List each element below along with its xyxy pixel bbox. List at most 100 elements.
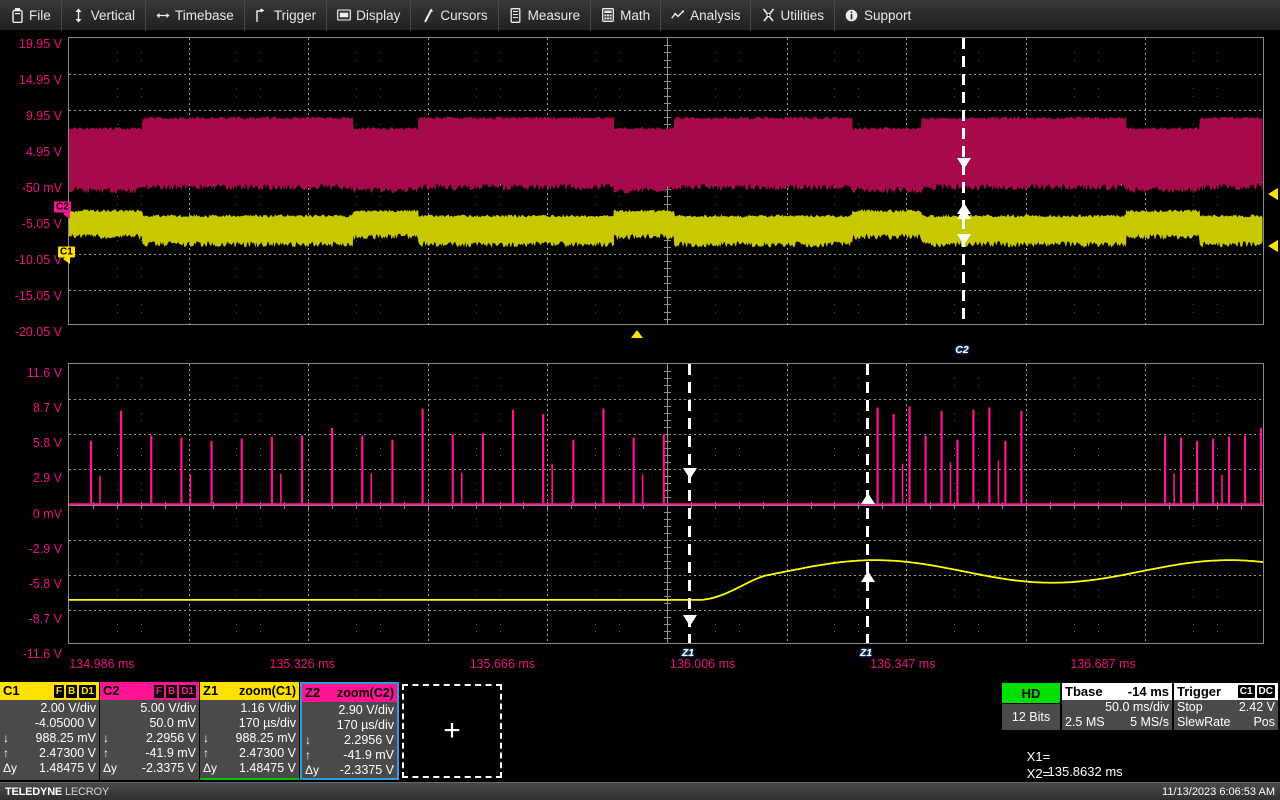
descriptor-row-value: -4.05000 V <box>34 716 96 730</box>
menu-label-trigger: Trigger <box>273 7 317 23</box>
descriptor-box-z1[interactable]: Z1 zoom(C1) 1.16 V/div 170 µs/div ↓ 988.25 mV… <box>200 682 299 780</box>
timebase-sample-rate: 5 MS/s <box>1130 715 1169 729</box>
descriptor-header-right-c1: F B D1 <box>53 684 96 698</box>
cursor-icon <box>421 8 435 23</box>
lower-y-tick-6: -5.8 V <box>28 576 62 591</box>
menu-item-utilities[interactable]: Utilities <box>751 0 835 31</box>
descriptor-chip-f[interactable]: F <box>53 684 64 698</box>
upper-y-tick-0: 19.95 V <box>18 37 62 51</box>
trigger-status-box[interactable]: Trigger C1 DC Stop 2.42 V SlewRate Pos <box>1174 683 1278 730</box>
upper-ref-arrow-c1 <box>63 254 70 264</box>
c2-level-marker-right[interactable] <box>1268 188 1278 200</box>
descriptor-row-key: ↑ <box>203 746 209 760</box>
descriptor-box-c2[interactable]: C2 F B D1 5.00 V/div 50.0 mV ↓ 2.2956 V ↑ -41.9 m… <box>100 682 199 780</box>
trigger-level: 2.42 V <box>1238 700 1275 714</box>
trigger-title: Trigger <box>1177 684 1222 699</box>
menu-item-vertical[interactable]: Vertical <box>62 0 147 31</box>
descriptor-row: Δy -2.3375 V <box>103 761 196 776</box>
descriptor-box-z2[interactable]: Z2 zoom(C2) 2.90 V/div 170 µs/div ↓ 2.2956 V ↑… <box>300 682 399 780</box>
descriptor-header-right-z2: zoom(C2) <box>337 686 394 700</box>
menu-item-trigger[interactable]: Trigger <box>245 0 328 31</box>
descriptor-chip-b[interactable]: B <box>165 684 178 698</box>
add-trace-panel[interactable]: + <box>402 684 502 778</box>
upper-waveform-traces <box>69 115 1263 249</box>
timebase-title-row: Tbase -14 ms <box>1062 683 1172 700</box>
menu-label-vertical: Vertical <box>90 7 136 23</box>
trigger-position-marker[interactable] <box>631 330 643 338</box>
menu-label-measure: Measure <box>527 7 581 23</box>
descriptor-header-z1: Z1 zoom(C1) <box>200 682 299 700</box>
trigger-title-row: Trigger C1 DC <box>1174 683 1278 700</box>
lower-y-tick-2: 5.8 V <box>32 436 62 451</box>
descriptor-rows-c2: 5.00 V/div 50.0 mV ↓ 2.2956 V ↑ -41.9 mV Δy -2.… <box>100 700 199 776</box>
menu-label-display: Display <box>356 7 401 23</box>
descriptor-row-value: 988.25 mV <box>35 731 96 745</box>
timebase-status-box[interactable]: Tbase -14 ms 50.0 ms/div 2.5 MS 5 MS/s <box>1062 683 1172 730</box>
descriptor-row-key: ↓ <box>203 731 209 745</box>
menu-item-file[interactable]: File <box>0 0 62 31</box>
descriptor-row-value: 1.48475 V <box>239 761 296 775</box>
descriptor-row-value: 170 µs/div <box>238 716 296 730</box>
descriptor-row-key: Δy <box>305 763 320 777</box>
descriptor-chip-f[interactable]: F <box>153 684 164 698</box>
upper-trace-c1 <box>69 209 1263 249</box>
descriptor-chip-b[interactable]: B <box>65 684 78 698</box>
trigger-type-row: SlewRate Pos <box>1174 715 1278 730</box>
lower-cursor-arrow-up-z1b <box>860 571 875 582</box>
descriptor-row-value: 2.47300 V <box>39 746 96 760</box>
main-timebase-graph: 19.95 V 14.95 V 9.95 V 4.95 V -50 mV -5.05 V -… <box>0 31 1280 378</box>
descriptor-row-value: -41.9 mV <box>145 746 196 760</box>
descriptor-row-key: ↓ <box>103 731 109 745</box>
descriptor-row: Δy 1.48475 V <box>3 761 96 776</box>
upper-ref-arrow-c2 <box>63 209 70 219</box>
menu-label-analysis: Analysis <box>690 7 741 23</box>
descriptor-chip-d1[interactable]: D1 <box>79 684 96 698</box>
menu-item-timebase[interactable]: Timebase <box>146 0 245 31</box>
descriptor-rows-c1: 2.00 V/div -4.05000 V ↓ 988.25 mV ↑ 2.47300 V… <box>0 700 99 776</box>
menu-item-support[interactable]: Support <box>835 0 921 31</box>
descriptor-row-value: 2.2956 V <box>343 733 394 747</box>
upper-cursor-c2-line[interactable] <box>962 38 965 324</box>
menu-item-cursors[interactable]: Cursors <box>411 0 499 31</box>
menu-label-math: Math <box>620 7 651 23</box>
descriptor-row: 5.00 V/div <box>103 701 196 716</box>
descriptor-row-value: 1.16 V/div <box>240 701 296 715</box>
bit-depth-badge[interactable]: 12 Bits <box>1002 704 1060 730</box>
menu-item-display[interactable]: Display <box>327 0 412 31</box>
descriptor-row-key: ↑ <box>103 746 109 760</box>
descriptor-row: 50.0 mV <box>103 716 196 731</box>
oscilloscope-screen: File Vertical Timebase Trigger Display C… <box>0 0 1280 800</box>
upper-y-tick-3: 4.95 V <box>25 145 62 159</box>
descriptor-row-value: 2.47300 V <box>239 746 296 760</box>
descriptor-row-value: 170 µs/div <box>336 718 394 732</box>
menu-item-measure[interactable]: Measure <box>499 0 592 31</box>
x2-label: X2= <box>1026 766 1051 781</box>
lower-plot-area[interactable] <box>68 363 1264 644</box>
descriptor-header-right-c2: F B D1 <box>153 684 196 698</box>
timebase-memory: 2.5 MS <box>1065 715 1105 729</box>
file-icon <box>10 7 24 23</box>
timebase-memory-row: 2.5 MS 5 MS/s <box>1062 715 1172 730</box>
descriptor-name-z1: Z1 <box>203 683 219 698</box>
brand-logo: TELEDYNE LECROY <box>5 786 109 798</box>
c1-level-marker-right[interactable] <box>1268 240 1278 252</box>
trigger-chip-coupling: DC <box>1256 685 1275 698</box>
descriptor-row-value: -41.9 mV <box>343 748 394 762</box>
lower-cursor-z1a-line[interactable] <box>688 364 691 643</box>
upper-y-tick-8: -20.05 V <box>14 325 62 339</box>
lower-cursor-arrow-up-z2b <box>860 493 875 504</box>
hd-mode-badge[interactable]: HD <box>1002 683 1060 703</box>
upper-plot-area[interactable] <box>68 37 1264 325</box>
descriptor-row-value: 50.0 mV <box>149 716 196 730</box>
descriptor-source-z2: zoom(C2) <box>337 686 394 700</box>
menu-item-analysis[interactable]: Analysis <box>661 0 752 31</box>
lower-x-tick-1: 135.326 ms <box>269 657 335 671</box>
info-icon <box>845 8 859 23</box>
lower-x-tick-2: 135.666 ms <box>469 657 536 671</box>
descriptor-chip-d1[interactable]: D1 <box>179 684 196 698</box>
descriptor-rows-z2: 2.90 V/div 170 µs/div ↓ 2.2956 V ↑ -41.9 mV Δy… <box>302 702 397 778</box>
descriptor-box-c1[interactable]: C1 F B D1 2.00 V/div -4.05000 V ↓ 988.25 mV ↑ 2.4… <box>0 682 99 780</box>
upper-y-tick-1: 14.95 V <box>18 73 62 87</box>
menu-item-math[interactable]: Math <box>591 0 662 31</box>
lower-x-tick-4: 136.347 ms <box>870 657 936 671</box>
